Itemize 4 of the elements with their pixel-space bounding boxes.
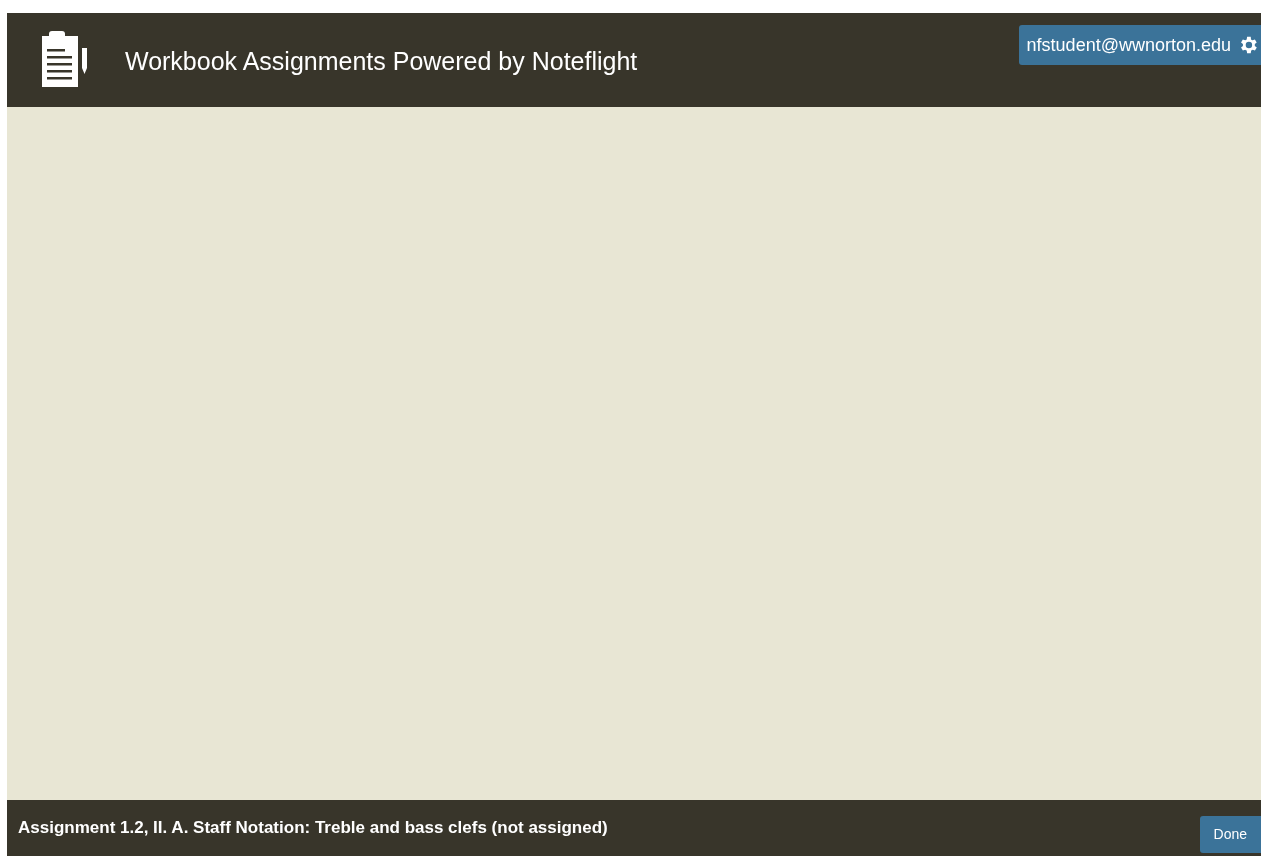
done-button[interactable]: Done — [1199, 816, 1261, 853]
user-menu-button[interactable]: nfstudent@wwnorton.edu — [1018, 25, 1261, 65]
app-title: Workbook Assignments Powered by Noteflight — [125, 46, 638, 76]
assignment-title: Assignment 1.2, II. A. Staff Notation: Treble and bass clefs (not assigned) — [18, 817, 608, 840]
